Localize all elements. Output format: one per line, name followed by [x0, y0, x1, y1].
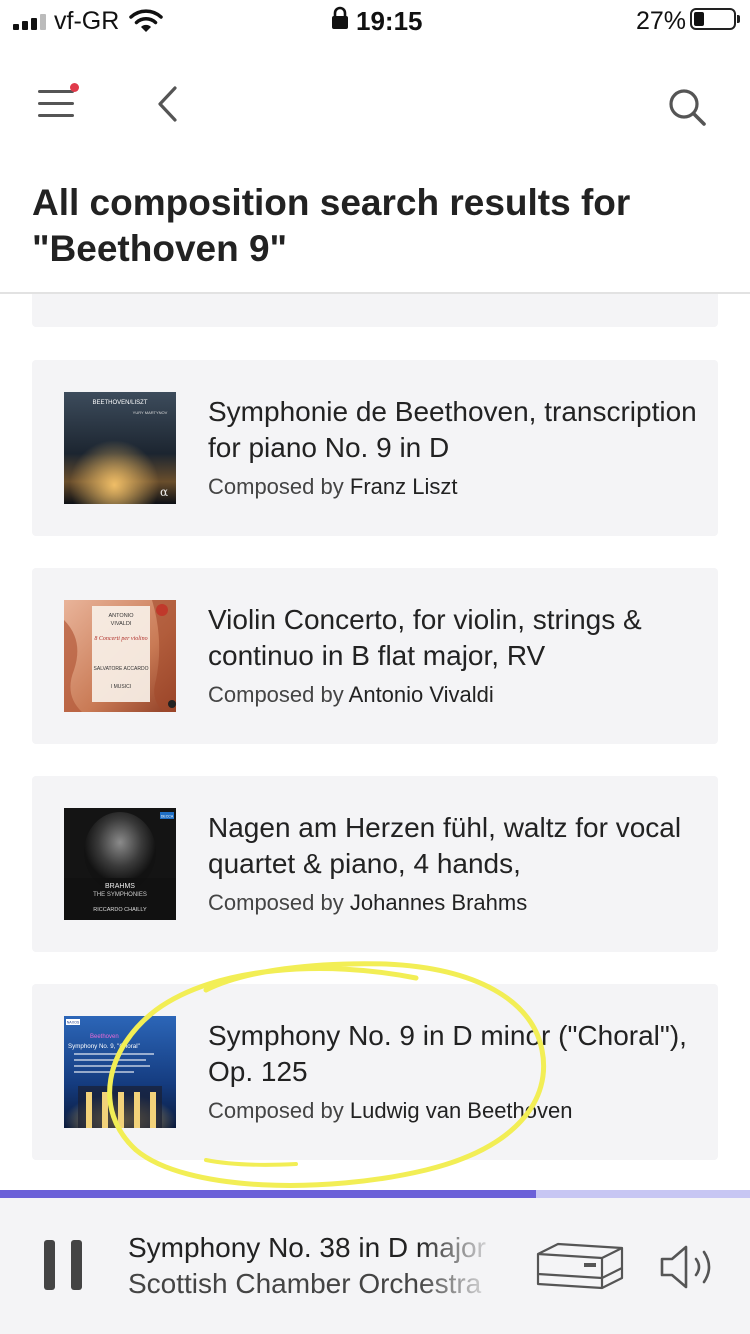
playback-progress-fill: [0, 1190, 537, 1198]
result-card-partial[interactable]: [32, 294, 718, 327]
album-cover: NAXOS Beethoven Symphony No. 9, "Choral": [64, 1016, 176, 1128]
cover-text: Beethoven: [90, 1034, 119, 1040]
composed-by-label: Composed by: [208, 890, 344, 915]
album-cover: ANTONIO VIVALDI 8 Concerti per violino S…: [64, 600, 176, 712]
results-list[interactable]: BEETHOVEN/LISZT YURY MARTYNOV α Symphoni…: [0, 294, 750, 1190]
composer-name: Antonio Vivaldi: [348, 682, 494, 707]
status-bar: vf-GR 19:15 27%: [0, 0, 750, 44]
album-cover: DECCA BRAHMS THE SYMPHONIES RICCARDO CHA…: [64, 808, 176, 920]
cover-text: BRAHMS: [105, 883, 135, 890]
composed-by-label: Composed by: [208, 1098, 344, 1123]
cover-text: 8 Concerti per violino: [94, 636, 147, 642]
cover-text: YURY MARTYNOV: [133, 410, 168, 415]
cover-text: RICCARDO CHAILLY: [93, 907, 147, 913]
page-title: All composition search results for "Beet…: [32, 182, 631, 269]
cover-text: SALVATORE ACCARDO: [94, 666, 149, 672]
notification-dot: [70, 83, 79, 92]
cover-text: DECCA: [161, 815, 174, 819]
composer-line: Composed by Johannes Brahms: [208, 890, 708, 916]
menu-button[interactable]: [30, 80, 82, 128]
cover-text: ANTONIO: [109, 613, 135, 619]
pause-button[interactable]: [44, 1240, 84, 1290]
top-navigation: [0, 44, 750, 164]
battery-level: [694, 12, 705, 26]
composition-title: Violin Concerto, for violin, strings & c…: [208, 604, 642, 671]
result-card[interactable]: ANTONIO VIVALDI 8 Concerti per violino S…: [32, 568, 718, 744]
back-button[interactable]: [150, 84, 186, 124]
volume-button[interactable]: [658, 1242, 722, 1292]
cover-text: Symphony No. 9, "Choral": [68, 1043, 140, 1050]
orientation-lock-icon: [332, 6, 348, 29]
composition-title: Symphony No. 9 in D minor ("Choral"), Op…: [208, 1020, 687, 1087]
result-card[interactable]: NAXOS Beethoven Symphony No. 9, "Choral"…: [32, 984, 718, 1160]
signal-strength-icon: [13, 14, 47, 30]
search-button[interactable]: [664, 84, 710, 130]
composer-name: Ludwig van Beethoven: [349, 1098, 573, 1123]
album-cover: BEETHOVEN/LISZT YURY MARTYNOV α: [64, 392, 176, 504]
result-card[interactable]: DECCA BRAHMS THE SYMPHONIES RICCARDO CHA…: [32, 776, 718, 952]
composed-by-label: Composed by: [208, 474, 344, 499]
composition-title: Nagen am Herzen fühl, waltz for vocal qu…: [208, 812, 682, 879]
carrier-name: vf-GR: [54, 7, 120, 35]
cover-text: THE SYMPHONIES: [93, 892, 147, 898]
composition-title: Symphonie de Beethoven, transcription fo…: [208, 396, 697, 463]
cover-text: VIVALDI: [111, 621, 132, 627]
cover-text: BEETHOVEN/LISZT: [92, 400, 147, 406]
battery-icon: [690, 8, 740, 30]
composer-line: Composed by Ludwig van Beethoven: [208, 1098, 708, 1124]
cover-text: α: [160, 485, 168, 499]
composer-line: Composed by Antonio Vivaldi: [208, 682, 708, 708]
playback-progress-bar[interactable]: [0, 1190, 750, 1198]
streamer-device-button[interactable]: [532, 1238, 628, 1294]
composer-name: Johannes Brahms: [349, 890, 528, 915]
composer-line: Composed by Franz Liszt: [208, 474, 708, 500]
cover-text: I MUSICI: [111, 684, 131, 690]
result-card[interactable]: BEETHOVEN/LISZT YURY MARTYNOV α Symphoni…: [32, 360, 718, 536]
now-playing-bar[interactable]: Symphony No. 38 in D major Scottish Cham…: [0, 1198, 750, 1334]
cover-text: NAXOS: [67, 1021, 80, 1025]
composer-name: Franz Liszt: [349, 474, 458, 499]
wifi-icon: [129, 9, 163, 32]
now-playing-title[interactable]: Symphony No. 38 in D major: [128, 1232, 500, 1264]
now-playing-artist[interactable]: Scottish Chamber Orchestra: [128, 1268, 500, 1300]
battery-percentage: 27%: [636, 7, 687, 35]
status-time: 19:15: [356, 6, 423, 36]
composed-by-label: Composed by: [208, 682, 344, 707]
